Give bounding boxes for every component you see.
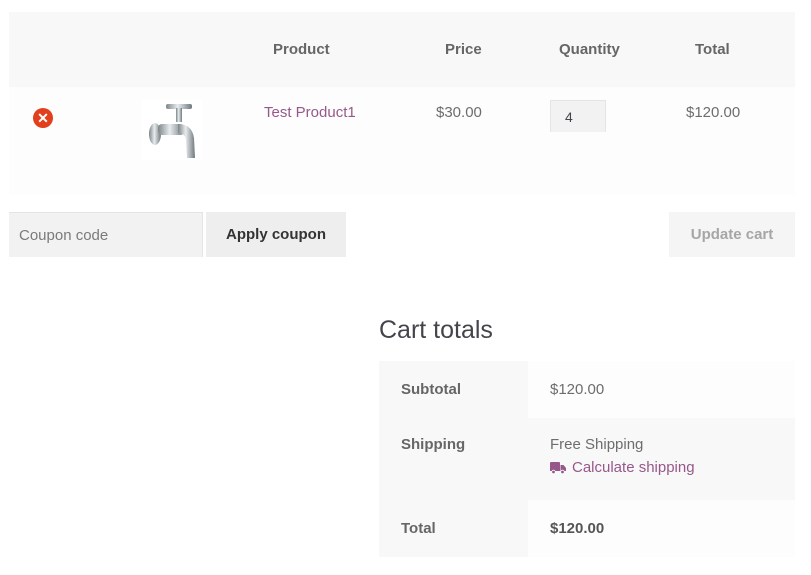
faucet-icon [149, 104, 195, 158]
truck-icon [550, 461, 566, 474]
table-row [9, 87, 795, 195]
shipping-method: Free Shipping [550, 436, 644, 453]
update-cart-button[interactable]: Update cart [669, 212, 795, 257]
subtotal-value: $120.00 [528, 361, 795, 418]
total-value: $120.00 [528, 500, 795, 557]
calculate-shipping-link[interactable]: Calculate shipping [550, 459, 695, 476]
header-price: Price [445, 41, 482, 58]
line-total: $120.00 [686, 104, 741, 121]
remove-item-button[interactable]: ✕ [33, 108, 53, 128]
shipping-label: Shipping [379, 418, 528, 500]
subtotal-label: Subtotal [379, 361, 528, 418]
product-thumbnail[interactable] [142, 100, 202, 160]
coupon-code-input[interactable] [9, 212, 203, 257]
subtotal-row: Subtotal $120.00 [379, 361, 795, 418]
cart-table-header: Product Price Quantity Total [9, 12, 795, 87]
product-name-link[interactable]: Test Product1 [264, 104, 356, 121]
close-icon: ✕ [37, 110, 49, 126]
shipping-row: Shipping Free Shipping Calculate shippin… [379, 418, 795, 500]
quantity-input[interactable]: 4 [550, 100, 606, 132]
cart-totals-table: Subtotal $120.00 Shipping Free Shipping … [379, 361, 795, 557]
cart-totals-title: Cart totals [379, 316, 493, 344]
order-total-row: Total $120.00 [379, 500, 795, 557]
shipping-value-cell: Free Shipping Calculate shipping [528, 418, 795, 500]
header-total: Total [695, 41, 730, 58]
product-price: $30.00 [436, 104, 482, 121]
total-label: Total [379, 500, 528, 557]
cart-table: Product Price Quantity Total [9, 12, 795, 195]
header-quantity: Quantity [559, 41, 620, 58]
apply-coupon-button[interactable]: Apply coupon [206, 212, 346, 257]
calculate-shipping-label: Calculate shipping [572, 459, 695, 476]
header-product: Product [273, 41, 330, 58]
